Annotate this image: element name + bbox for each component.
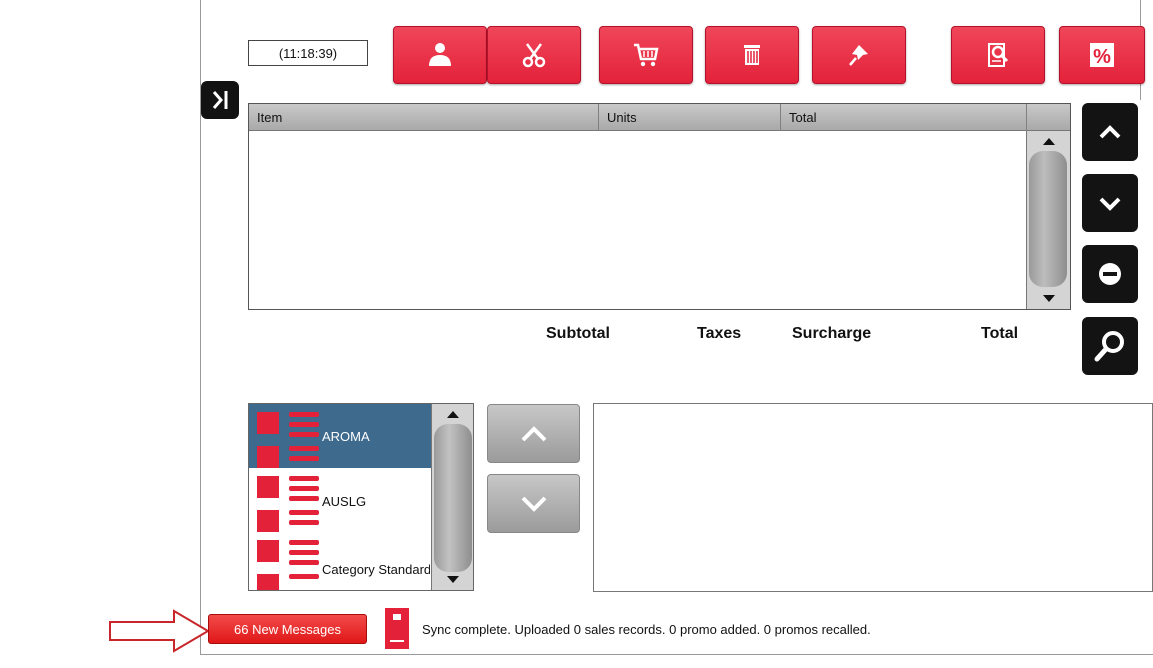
total-label: Total [981,325,1019,342]
column-units[interactable]: Units [599,104,781,131]
category-scrollbar[interactable] [431,404,473,590]
category-icon [257,540,319,590]
discount-button[interactable]: % [1059,26,1145,84]
scroll-down-arrow-icon[interactable] [432,572,473,588]
category-label: AUSLG [322,494,367,509]
cart-button[interactable] [599,26,693,84]
collapse-panel-button[interactable] [201,81,239,119]
line-down-button[interactable] [1082,174,1138,232]
line-up-button[interactable] [1082,103,1138,161]
chevron-down-icon [521,496,546,512]
trash-icon [744,45,760,65]
category-list: AROMA AUSLG Category Standard [248,403,474,591]
category-item-aroma[interactable]: AROMA [249,404,431,468]
svg-text:%: % [1093,46,1111,68]
new-messages-button[interactable]: 66 New Messages [208,614,367,644]
remove-line-button[interactable] [1082,245,1138,303]
category-icon [257,412,319,468]
clock-display: (11:18:39) [248,40,368,66]
scroll-down-arrow-icon[interactable] [1027,291,1070,307]
sync-server-icon [385,608,409,649]
scroll-thumb[interactable] [434,424,472,572]
order-grid-scrollbar[interactable] [1026,131,1070,309]
surcharge-label: Surcharge [792,325,872,342]
category-icon [257,476,319,532]
split-button[interactable] [487,26,581,84]
category-item-standard[interactable]: Category Standard [249,532,431,590]
chevron-up-icon [1099,125,1121,139]
chevron-up-icon [521,425,546,441]
scroll-thumb[interactable] [1029,151,1067,287]
category-up-button[interactable] [487,404,580,463]
category-item-auslg[interactable]: AUSLG [249,468,431,532]
pin-button[interactable] [812,26,906,84]
scroll-up-arrow-icon[interactable] [1027,133,1070,149]
column-item[interactable]: Item [249,104,599,131]
column-total[interactable]: Total [781,104,1027,131]
delete-button[interactable] [705,26,799,84]
category-label: AROMA [322,429,370,444]
order-grid-header: Item Units Total [249,104,1070,131]
search-product-button[interactable] [1082,317,1138,375]
search-icon [1094,331,1124,362]
chevron-down-icon [1099,197,1121,211]
scissors-icon [522,43,546,68]
pin-icon [849,45,868,66]
collapse-arrow-icon [212,91,228,109]
customer-button[interactable] [393,26,487,84]
pos-screen: (11:18:39) % Item Units Total Subtotal T… [0,0,1153,668]
taxes-label: Taxes [697,325,742,342]
percent-icon: % [1090,43,1114,68]
receipt-search-icon [988,43,1009,67]
category-down-button[interactable] [487,474,580,533]
panel-bottom-border [200,654,1153,655]
product-panel [593,403,1153,592]
minus-circle-icon [1099,263,1121,285]
receipt-search-button[interactable] [951,26,1045,84]
category-label: Category Standard [322,562,430,577]
order-grid: Item Units Total [248,103,1071,310]
subtotal-label: Subtotal [546,325,610,342]
customer-icon [429,43,451,66]
cart-icon [634,43,659,67]
annotation-arrow-icon [109,609,210,653]
sync-status-text: Sync complete. Uploaded 0 sales records.… [422,622,871,637]
scroll-up-arrow-icon[interactable] [432,406,473,422]
